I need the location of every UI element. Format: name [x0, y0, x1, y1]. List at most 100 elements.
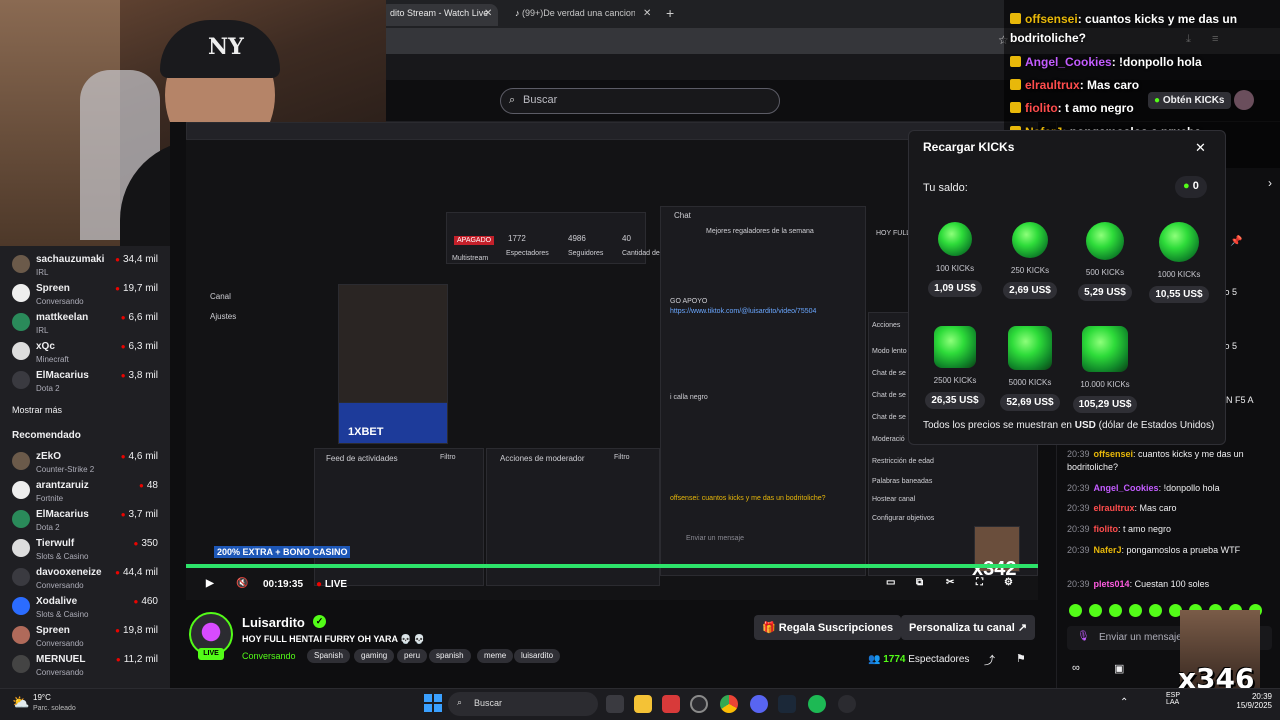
channel-category: IRL — [36, 268, 49, 277]
pack-price-button[interactable]: 5,29 US$ — [1078, 284, 1132, 301]
chrome-icon[interactable] — [720, 695, 738, 713]
streamer-name[interactable]: Luisardito — [242, 615, 305, 630]
stream-category[interactable]: Conversando — [242, 651, 296, 661]
fullscreen-icon[interactable]: ⛶ — [976, 577, 983, 588]
sidebar-channel[interactable]: zEkO Counter-Strike 2 4,6 mil — [0, 449, 170, 478]
spotify-icon[interactable] — [808, 695, 826, 713]
show-more-link[interactable]: Mostrar más — [12, 405, 62, 415]
chat-username[interactable]: elraultrux — [1025, 78, 1080, 92]
pack-price-button[interactable]: 1,09 US$ — [928, 280, 982, 297]
clock[interactable]: 20:39 15/9/2025 — [1216, 692, 1272, 710]
sidebar-channel[interactable]: Spreen Conversando 19,7 mil — [0, 281, 170, 310]
pack-price-button[interactable]: 10,55 US$ — [1149, 286, 1209, 303]
file-explorer-icon[interactable] — [634, 695, 652, 713]
app-icon[interactable] — [662, 695, 680, 713]
weather-icon[interactable]: ⛅ — [12, 694, 29, 711]
new-tab-button[interactable]: + — [666, 5, 674, 21]
obs-icon[interactable] — [690, 695, 708, 713]
inner-menu-item: Canal — [210, 292, 231, 301]
kicks-pack[interactable]: 250 KICKs 2,69 US$ — [997, 222, 1063, 299]
volume-mute-icon[interactable]: 🔇 — [236, 578, 248, 589]
kicks-pack[interactable]: 500 KICKs 5,29 US$ — [1072, 222, 1138, 301]
kicks-pack[interactable]: 10.000 KICKs 105,29 US$ — [1072, 326, 1138, 413]
sidebar-channel[interactable]: arantzaruiz Fortnite 48 — [0, 478, 170, 507]
sidebar-channel[interactable]: xQc Minecraft 6,3 mil — [0, 339, 170, 368]
sidebar-channel[interactable]: sachauzumaki IRL 34,4 mil — [0, 252, 170, 281]
chevron-right-icon[interactable]: › — [1268, 176, 1272, 190]
pack-price-button[interactable]: 26,35 US$ — [925, 392, 985, 409]
chat-username[interactable]: elraultrux — [1094, 503, 1135, 513]
inner-right-menu: Moderació — [872, 436, 905, 443]
pip-icon[interactable]: ⧉ — [916, 577, 923, 588]
chat-username[interactable]: fiolito — [1025, 101, 1058, 115]
pack-price-button[interactable]: 52,69 US$ — [1000, 394, 1060, 411]
chat-username[interactable]: offsensei — [1094, 449, 1134, 459]
steam-icon[interactable] — [778, 695, 796, 713]
language-indicator[interactable]: ESP LAA — [1166, 692, 1180, 706]
settings-icon[interactable]: ⚙ — [1004, 577, 1013, 588]
taskbar-search[interactable]: ⌕ Buscar — [448, 692, 598, 716]
stream-tag[interactable]: gaming — [354, 649, 395, 663]
kicks-gem-icon — [1012, 222, 1048, 258]
user-avatar[interactable] — [1234, 90, 1254, 110]
browser-tab-active[interactable]: dito Stream - Watch Live — [380, 4, 498, 26]
share-icon[interactable]: ⤴ — [984, 652, 995, 668]
follow-icon[interactable]: ⚑ — [1016, 652, 1026, 665]
gift-subs-button[interactable]: 🎁 Regala Suscripciones — [754, 615, 902, 640]
close-icon[interactable]: ✕ — [1195, 140, 1206, 156]
search-icon: ⌕ — [509, 94, 516, 106]
app-icon[interactable] — [838, 695, 856, 713]
sidebar-channel[interactable]: Tierwulf Slots & Casino 350 — [0, 536, 170, 565]
pin-icon[interactable]: 📌 — [1230, 236, 1242, 247]
kicks-pack[interactable]: 5000 KICKs 52,69 US$ — [997, 326, 1063, 411]
channel-name: xQc — [36, 341, 55, 352]
emote-icon[interactable] — [1129, 604, 1142, 617]
stream-tag[interactable]: luisardito — [514, 649, 561, 663]
kicks-icon[interactable]: ∞ — [1072, 662, 1080, 674]
sidebar-channel[interactable]: ElMacarius Dota 2 3,7 mil — [0, 507, 170, 536]
close-tab-icon[interactable]: ✕ — [484, 8, 492, 19]
sidebar-channel[interactable]: Spreen Conversando 19,8 mil — [0, 623, 170, 652]
play-icon[interactable]: ▶ — [206, 578, 214, 589]
kicks-gem-icon — [1082, 326, 1128, 372]
chat-username[interactable]: offsensei — [1025, 12, 1078, 26]
kicks-pack[interactable]: 100 KICKs 1,09 US$ — [922, 222, 988, 297]
task-view-icon[interactable] — [606, 695, 624, 713]
sidebar-channel[interactable]: ElMacarius Dota 2 3,8 mil — [0, 368, 170, 397]
chat-username[interactable]: Angel_Cookies — [1094, 483, 1159, 493]
close-tab-icon[interactable]: ✕ — [643, 8, 651, 19]
discord-icon[interactable] — [750, 695, 768, 713]
sidebar-channel[interactable]: mattkeelan IRL 6,6 mil — [0, 310, 170, 339]
theater-mode-icon[interactable]: ▭ — [886, 577, 895, 588]
chat-username[interactable]: NaferJ — [1094, 545, 1122, 555]
stream-tag[interactable]: spanish — [429, 649, 471, 663]
pack-price-button[interactable]: 2,69 US$ — [1003, 282, 1057, 299]
stream-tag[interactable]: Spanish — [307, 649, 350, 663]
kicks-pack[interactable]: 1000 KICKs 10,55 US$ — [1146, 222, 1212, 303]
chat-username[interactable]: plets014 — [1094, 579, 1130, 589]
stream-tag[interactable]: peru — [397, 649, 428, 663]
sidebar-channel[interactable]: MERNUEL Conversando 11,2 mil — [0, 652, 170, 681]
sidebar-channel[interactable]: Xodalive Slots & Casino 460 — [0, 594, 170, 623]
emote-icon[interactable] — [1109, 604, 1122, 617]
sidebar-channel[interactable]: davooxeneize Conversando 44,4 mil — [0, 565, 170, 594]
kicks-gem-icon — [1086, 222, 1124, 260]
channel-category: Slots & Casino — [36, 610, 89, 619]
search-input[interactable]: ⌕ Buscar — [500, 88, 780, 114]
chat-username[interactable]: fiolito — [1094, 524, 1119, 534]
customize-channel-button[interactable]: Personaliza tu canal ↗ — [901, 615, 1036, 640]
clip-icon[interactable]: ✂ — [946, 577, 954, 588]
browser-tab[interactable]: ♪ (99+)De verdad una cancion m — [505, 4, 635, 26]
pack-price-button[interactable]: 105,29 US$ — [1072, 396, 1138, 413]
kicks-pack[interactable]: 2500 KICKs 26,35 US$ — [922, 326, 988, 409]
chevron-up-icon[interactable]: ⌃ — [1120, 697, 1128, 708]
chat-username[interactable]: Angel_Cookies — [1025, 55, 1112, 69]
emote-icon[interactable] — [1089, 604, 1102, 617]
stream-tag[interactable]: meme — [477, 649, 514, 663]
obtain-kicks-button[interactable]: ● Obtén KICKs — [1148, 92, 1231, 109]
windows-start-icon[interactable] — [424, 694, 442, 712]
channel-name: arantzaruiz — [36, 480, 89, 491]
emote-icon[interactable] — [1069, 604, 1082, 617]
gift-box-icon[interactable]: ▣ — [1114, 662, 1124, 675]
emote-icon[interactable] — [1149, 604, 1162, 617]
